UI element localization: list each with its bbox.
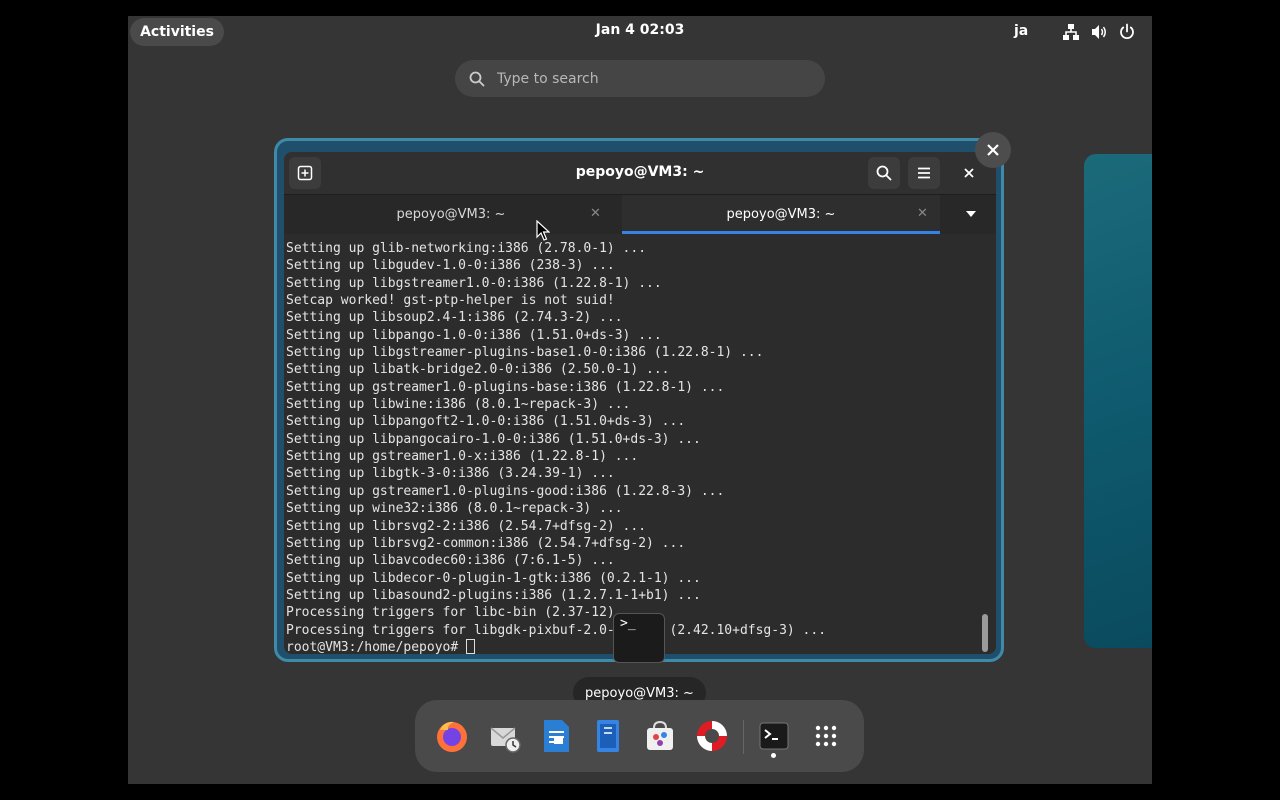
terminal-line: Setting up librsvg2-2:i386 (2.54.7+dfsg-… bbox=[286, 518, 647, 534]
dock-software[interactable] bbox=[636, 712, 684, 760]
search-input[interactable] bbox=[495, 69, 799, 88]
app-grid-icon bbox=[815, 725, 837, 747]
files-icon bbox=[597, 720, 619, 752]
tab-close-icon[interactable]: ✕ bbox=[590, 206, 601, 221]
window-headerbar[interactable]: pepoyo@VM3: ~ bbox=[284, 152, 996, 195]
terminal-line: Setting up libavcodec60:i386 (7:6.1-5) .… bbox=[286, 553, 615, 569]
search-icon bbox=[876, 165, 892, 181]
terminal-glyph: >_ bbox=[620, 616, 636, 631]
terminal-window[interactable]: pepoyo@VM3: ~ pepoyo@VM3: ~ ✕ pepoyo@VM3… bbox=[284, 152, 996, 654]
close-icon bbox=[964, 168, 974, 178]
dock-files[interactable] bbox=[584, 712, 632, 760]
terminal-icon bbox=[759, 722, 789, 750]
find-button[interactable] bbox=[868, 157, 900, 189]
mouse-pointer-icon bbox=[536, 220, 550, 241]
shell-prompt: root@VM3:/home/pepoyo# bbox=[286, 639, 467, 654]
activities-button[interactable]: Activities bbox=[130, 18, 224, 46]
network-icon[interactable] bbox=[1062, 23, 1080, 41]
terminal-output[interactable]: Setting up glib-networking:i386 (2.78.0-… bbox=[284, 234, 996, 654]
dock-show-apps[interactable] bbox=[802, 712, 850, 760]
close-icon bbox=[987, 144, 999, 156]
help-lifebuoy-icon bbox=[697, 721, 727, 751]
search-bar[interactable] bbox=[455, 60, 825, 97]
terminal-prompt-line[interactable]: root@VM3:/home/pepoyo# bbox=[286, 638, 826, 654]
text-cursor bbox=[466, 638, 476, 654]
running-indicator bbox=[771, 753, 776, 758]
volume-icon[interactable] bbox=[1090, 23, 1108, 41]
terminal-line: Setcap worked! gst-ptp-helper is not sui… bbox=[286, 293, 615, 309]
terminal-line: Setting up glib-networking:i386 (2.78.0-… bbox=[286, 241, 647, 256]
terminal-line: Setting up libpangocairo-1.0-0:i386 (1.5… bbox=[286, 431, 701, 447]
terminal-text: Setting up glib-networking:i386 (2.78.0-… bbox=[286, 240, 826, 654]
terminal-line: Setting up wine32:i386 (8.0.1~repack-3) … bbox=[286, 501, 623, 517]
terminal-line: Setting up libgstreamer1.0-0:i386 (1.22.… bbox=[286, 275, 662, 291]
overview-screen: Activities Jan 4 02:03 ja Type to search… bbox=[128, 16, 1152, 784]
app-icon-overlay: >_ bbox=[613, 613, 665, 663]
dash bbox=[415, 700, 864, 772]
scrollbar-thumb[interactable] bbox=[982, 614, 988, 652]
software-icon bbox=[647, 720, 673, 750]
hamburger-menu-icon bbox=[918, 167, 930, 179]
terminal-line: Setting up libdecor-0-plugin-1-gtk:i386 … bbox=[286, 570, 701, 586]
dock-writer[interactable] bbox=[532, 712, 580, 760]
dock-help[interactable] bbox=[688, 712, 736, 760]
terminal-line: Setting up libsoup2.4-1:i386 (2.74.3-2) … bbox=[286, 310, 623, 326]
menu-button[interactable] bbox=[908, 157, 940, 189]
terminal-line: Setting up libpango-1.0-0:i386 (1.51.0+d… bbox=[286, 327, 662, 343]
terminal-line: Setting up libatk-bridge2.0-0:i386 (2.50… bbox=[286, 362, 670, 378]
terminal-line: Setting up gstreamer1.0-x:i386 (1.22.8-1… bbox=[286, 449, 639, 465]
next-workspace-preview[interactable] bbox=[1084, 154, 1152, 648]
dock-separator bbox=[743, 720, 744, 754]
firefox-icon bbox=[437, 721, 467, 752]
tab-2[interactable]: pepoyo@VM3: ~ ✕ bbox=[622, 195, 940, 234]
terminal-scrollbar[interactable] bbox=[982, 238, 988, 652]
terminal-line: Setting up libpangoft2-1.0-0:i386 (1.51.… bbox=[286, 414, 686, 430]
close-window-button[interactable] bbox=[975, 132, 1011, 168]
terminal-line: Setting up libgudev-1.0-0:i386 (238-3) .… bbox=[286, 258, 615, 274]
terminal-line: Setting up gstreamer1.0-plugins-base:i38… bbox=[286, 379, 725, 395]
terminal-line: Setting up libasound2-plugins:i386 (1.2.… bbox=[286, 587, 701, 603]
tab-label: pepoyo@VM3: ~ bbox=[396, 207, 506, 222]
terminal-line: Processing triggers for libgdk-pixbuf-2.… bbox=[286, 622, 827, 638]
writer-icon bbox=[544, 720, 569, 752]
new-tab-icon bbox=[297, 165, 313, 181]
tab-list-dropdown-icon[interactable] bbox=[964, 209, 978, 219]
terminal-line: Setting up gstreamer1.0-plugins-good:i38… bbox=[286, 483, 725, 499]
tab-label: pepoyo@VM3: ~ bbox=[726, 207, 836, 222]
window-close-button[interactable] bbox=[958, 162, 980, 184]
window-title: pepoyo@VM3: ~ bbox=[575, 164, 705, 180]
evolution-icon bbox=[490, 727, 521, 753]
search-icon bbox=[469, 71, 485, 86]
terminal-line: Setting up libwine:i386 (8.0.1~repack-3)… bbox=[286, 397, 631, 413]
clock[interactable]: Jan 4 02:03 bbox=[568, 22, 712, 42]
power-icon[interactable] bbox=[1118, 23, 1136, 41]
new-tab-button[interactable] bbox=[289, 157, 321, 189]
terminal-line: Processing triggers for libc-bin (2.37-1… bbox=[286, 605, 647, 621]
input-method-indicator[interactable]: ja bbox=[1014, 23, 1028, 39]
terminal-line: Setting up librsvg2-common:i386 (2.54.7+… bbox=[286, 535, 686, 551]
tab-bar: pepoyo@VM3: ~ ✕ pepoyo@VM3: ~ ✕ bbox=[284, 195, 996, 234]
tab-1[interactable]: pepoyo@VM3: ~ ✕ bbox=[284, 195, 618, 234]
terminal-line: Setting up libgtk-3-0:i386 (3.24.39-1) .… bbox=[286, 466, 615, 482]
dock-firefox[interactable] bbox=[428, 712, 476, 760]
terminal-line: Setting up libgstreamer-plugins-base1.0-… bbox=[286, 345, 764, 361]
tab-close-icon[interactable]: ✕ bbox=[917, 206, 928, 221]
dock-evolution[interactable] bbox=[480, 712, 528, 760]
